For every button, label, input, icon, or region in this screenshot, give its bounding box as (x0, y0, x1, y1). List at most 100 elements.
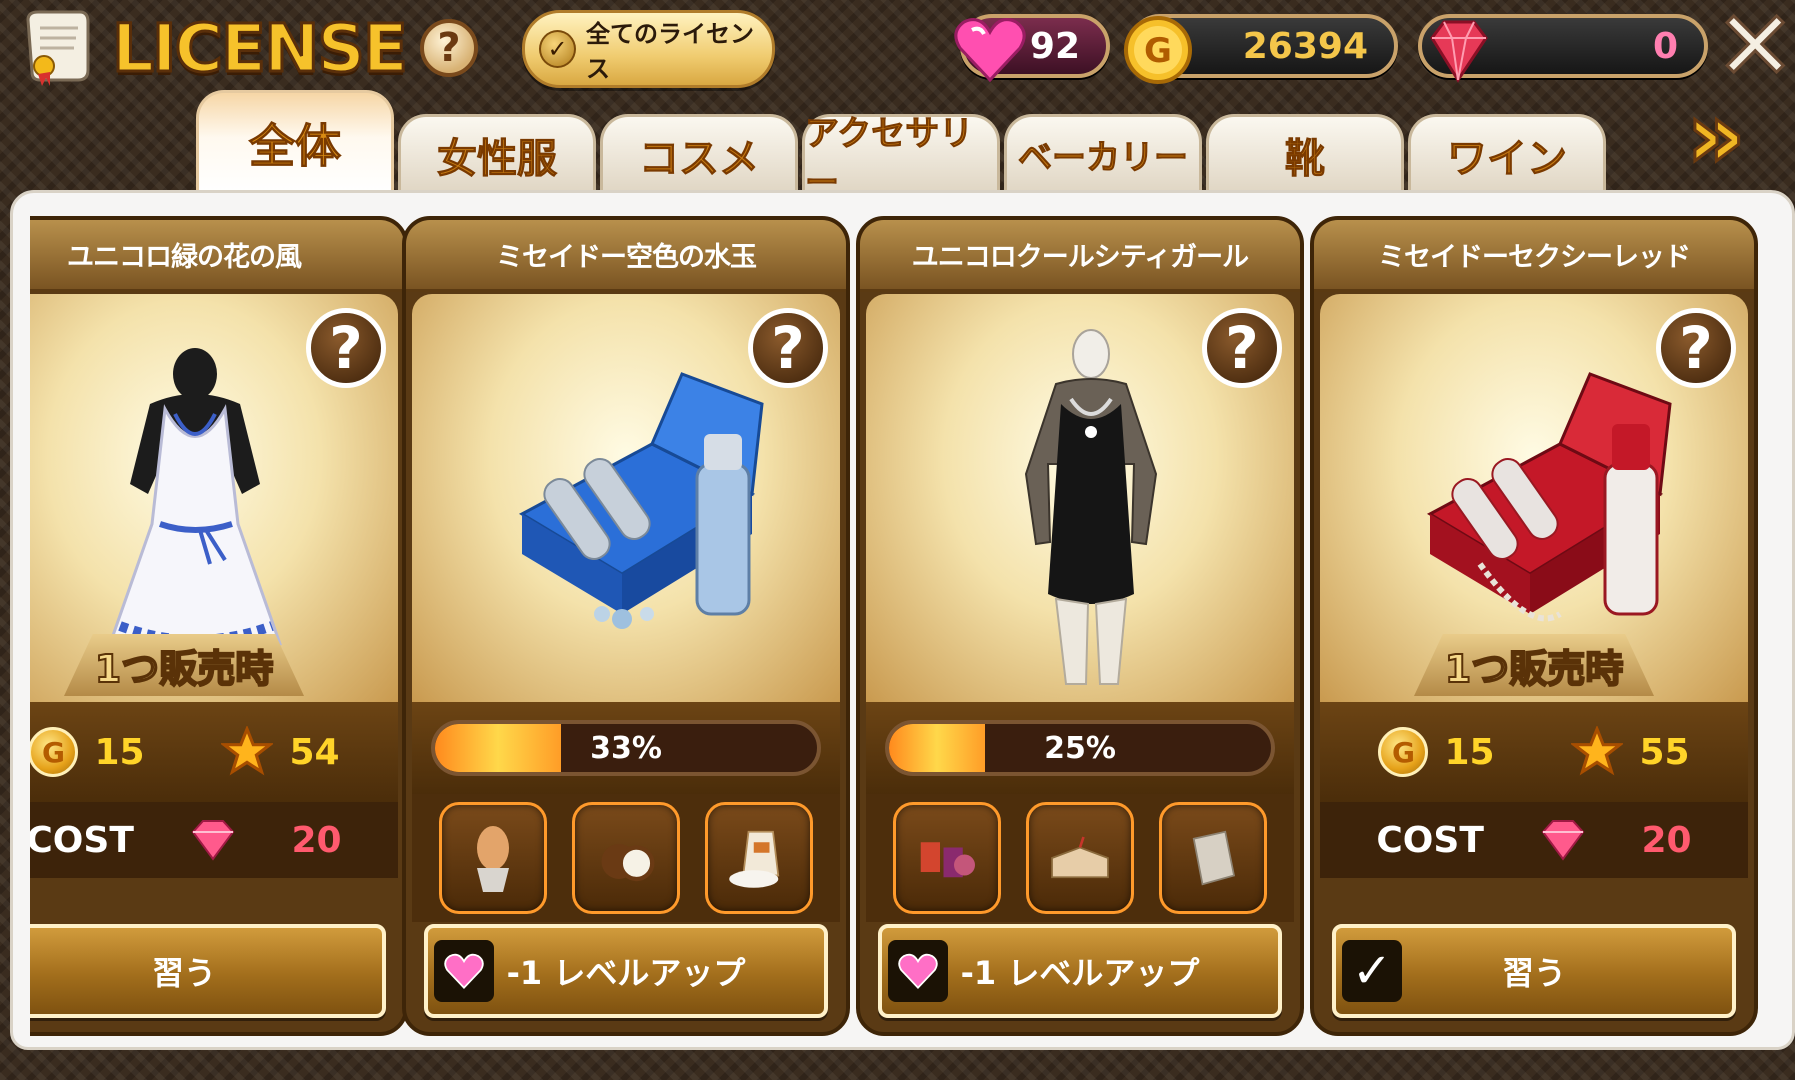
progress-row: 33% (412, 702, 840, 794)
question-icon: ? (771, 314, 805, 382)
category-tabs: 全体 女性服 コスメ アクセサリー ベーカリー 靴 ワイン (196, 90, 1616, 203)
gem-counter: 0 (1418, 14, 1708, 83)
ingredient-slot[interactable] (892, 802, 1001, 914)
heart-count: 92 (1029, 25, 1080, 67)
ingredient-slot[interactable] (1025, 802, 1134, 914)
reward-row: G 15 54 (30, 702, 398, 802)
license-card[interactable]: ユニコロ緑の花の風 ? 1つ販売時 G 15 54 COST 20 習う (30, 216, 408, 1036)
card-art: ? (866, 294, 1294, 702)
card-art: ? 1つ販売時 (1320, 294, 1748, 702)
item-help-button[interactable]: ? (1656, 308, 1736, 388)
tab-wine[interactable]: ワイン (1408, 114, 1606, 192)
ingredient-slot[interactable] (1159, 802, 1268, 914)
card-art: ? (412, 294, 840, 702)
heart-icon (434, 940, 494, 1002)
gold-reward: G 15 (1378, 727, 1495, 777)
cost-row: COST 20 (30, 802, 398, 878)
gem-count: 0 (1652, 25, 1678, 67)
sell-label: 1つ販売時 (1414, 634, 1654, 696)
title-area: LICENSE ? (18, 8, 478, 88)
license-card[interactable]: ミセイドー空色の水玉 ? 33% -1 レベルアップ (402, 216, 850, 1036)
cost-label: COST (1376, 819, 1484, 861)
tab-label: 女性服 (437, 135, 558, 182)
card-title: ミセイドー空色の水玉 (496, 242, 757, 273)
ingredient-slots (866, 794, 1294, 922)
svg-text:G: G (1144, 31, 1172, 71)
thread-spools-icon (920, 842, 975, 878)
learn-label: 習う (1501, 954, 1566, 992)
ingredient-slot[interactable] (571, 802, 680, 914)
tab-label: ベーカリー (1018, 138, 1189, 179)
card-title: ユニコロクールシティガール (911, 242, 1249, 273)
tab-label: アクセサリー (805, 113, 974, 203)
learn-button[interactable]: ✓ 習う (1332, 924, 1736, 1018)
tab-label: コスメ (639, 135, 760, 182)
star-reward: 55 (1571, 726, 1690, 778)
card-art: ? 1つ販売時 (30, 294, 398, 702)
item-help-button[interactable]: ? (1202, 308, 1282, 388)
tab-label: 全体 (249, 118, 342, 173)
tab-bakery[interactable]: ベーカリー (1004, 114, 1202, 192)
card-title-bar: ミセイドー空色の水玉 (406, 220, 846, 292)
cost-label: COST (30, 819, 134, 861)
cost-value: 20 (1641, 819, 1692, 861)
ingredient-slot[interactable] (705, 802, 814, 914)
egg-icon (476, 826, 509, 892)
gold-coin-icon: G (1378, 727, 1429, 777)
item-help-button[interactable]: ? (748, 308, 828, 388)
check-icon: ✓ (539, 30, 577, 68)
star-reward: 54 (221, 726, 340, 778)
gold-count: 26394 (1242, 25, 1368, 67)
cost-value: 20 (291, 819, 342, 861)
level-up-label: -1 レベルアップ (506, 954, 746, 992)
tab-womens-clothing[interactable]: 女性服 (398, 114, 596, 192)
license-card[interactable]: ユニコロクールシティガール ? 25% -1 レベルアップ (856, 216, 1304, 1036)
progress-row: 25% (866, 702, 1294, 794)
coconut-icon (601, 844, 655, 882)
tab-label: 靴 (1285, 135, 1326, 182)
flour-bag-icon (729, 830, 780, 888)
sell-label-text: 1つ販売時 (1444, 646, 1624, 692)
gold-coin-icon: G (1124, 16, 1192, 84)
close-icon: ✕ (1713, 0, 1795, 102)
sell-label-text: 1つ販売時 (94, 646, 274, 692)
gold-counter: G 26394 (1124, 14, 1398, 84)
tab-cosmetics[interactable]: コスメ (600, 114, 798, 192)
learn-label: 習う (151, 954, 216, 992)
level-up-label: -1 レベルアップ (960, 954, 1200, 992)
card-title-bar: ユニコロ緑の花の風 (30, 220, 404, 292)
sell-label: 1つ販売時 (64, 634, 304, 696)
learn-button[interactable]: 習う (30, 924, 386, 1018)
all-license-button[interactable]: ✓ 全てのライセンス (522, 10, 775, 88)
fabric-icon (1051, 836, 1109, 879)
page-title: LICENSE (111, 8, 410, 88)
question-icon: ? (1679, 314, 1713, 382)
gold-reward-value: 15 (94, 731, 145, 773)
gold-reward: G 15 (30, 727, 145, 777)
license-progress-bar: 25% (885, 720, 1275, 776)
star-icon (1571, 726, 1624, 776)
level-up-button[interactable]: -1 レベルアップ (424, 924, 828, 1018)
progress-text: 25% (1044, 730, 1116, 766)
tab-accessories[interactable]: アクセサリー (802, 113, 1000, 203)
license-scroll-icon (26, 10, 90, 86)
license-card[interactable]: ミセイドーセクシーレッド ? 1つ販売時 G 15 55 COST 20 ✓ 習… (1310, 216, 1758, 1036)
item-help-button[interactable]: ? (306, 308, 386, 388)
level-up-button[interactable]: -1 レベルアップ (878, 924, 1282, 1018)
ingredient-slot[interactable] (438, 802, 547, 914)
tabs-next-button[interactable]: » (1655, 88, 1755, 183)
tab-shoes[interactable]: 靴 (1206, 114, 1404, 192)
heart-icon (954, 18, 1026, 83)
ruby-gem-icon (191, 820, 234, 861)
tab-label: ワイン (1447, 135, 1568, 182)
title-help-button[interactable]: ? (420, 19, 478, 77)
ruby-gem-icon (1430, 20, 1488, 83)
cloth-roll-icon (1193, 830, 1236, 886)
question-icon: ? (1225, 314, 1259, 382)
tab-all[interactable]: 全体 (196, 90, 394, 192)
ruby-gem-icon (1541, 820, 1584, 861)
star-icon (221, 726, 274, 776)
close-button[interactable]: ✕ (1713, 0, 1795, 96)
question-icon: ? (329, 314, 363, 382)
double-chevron-right-icon: » (1685, 82, 1748, 189)
